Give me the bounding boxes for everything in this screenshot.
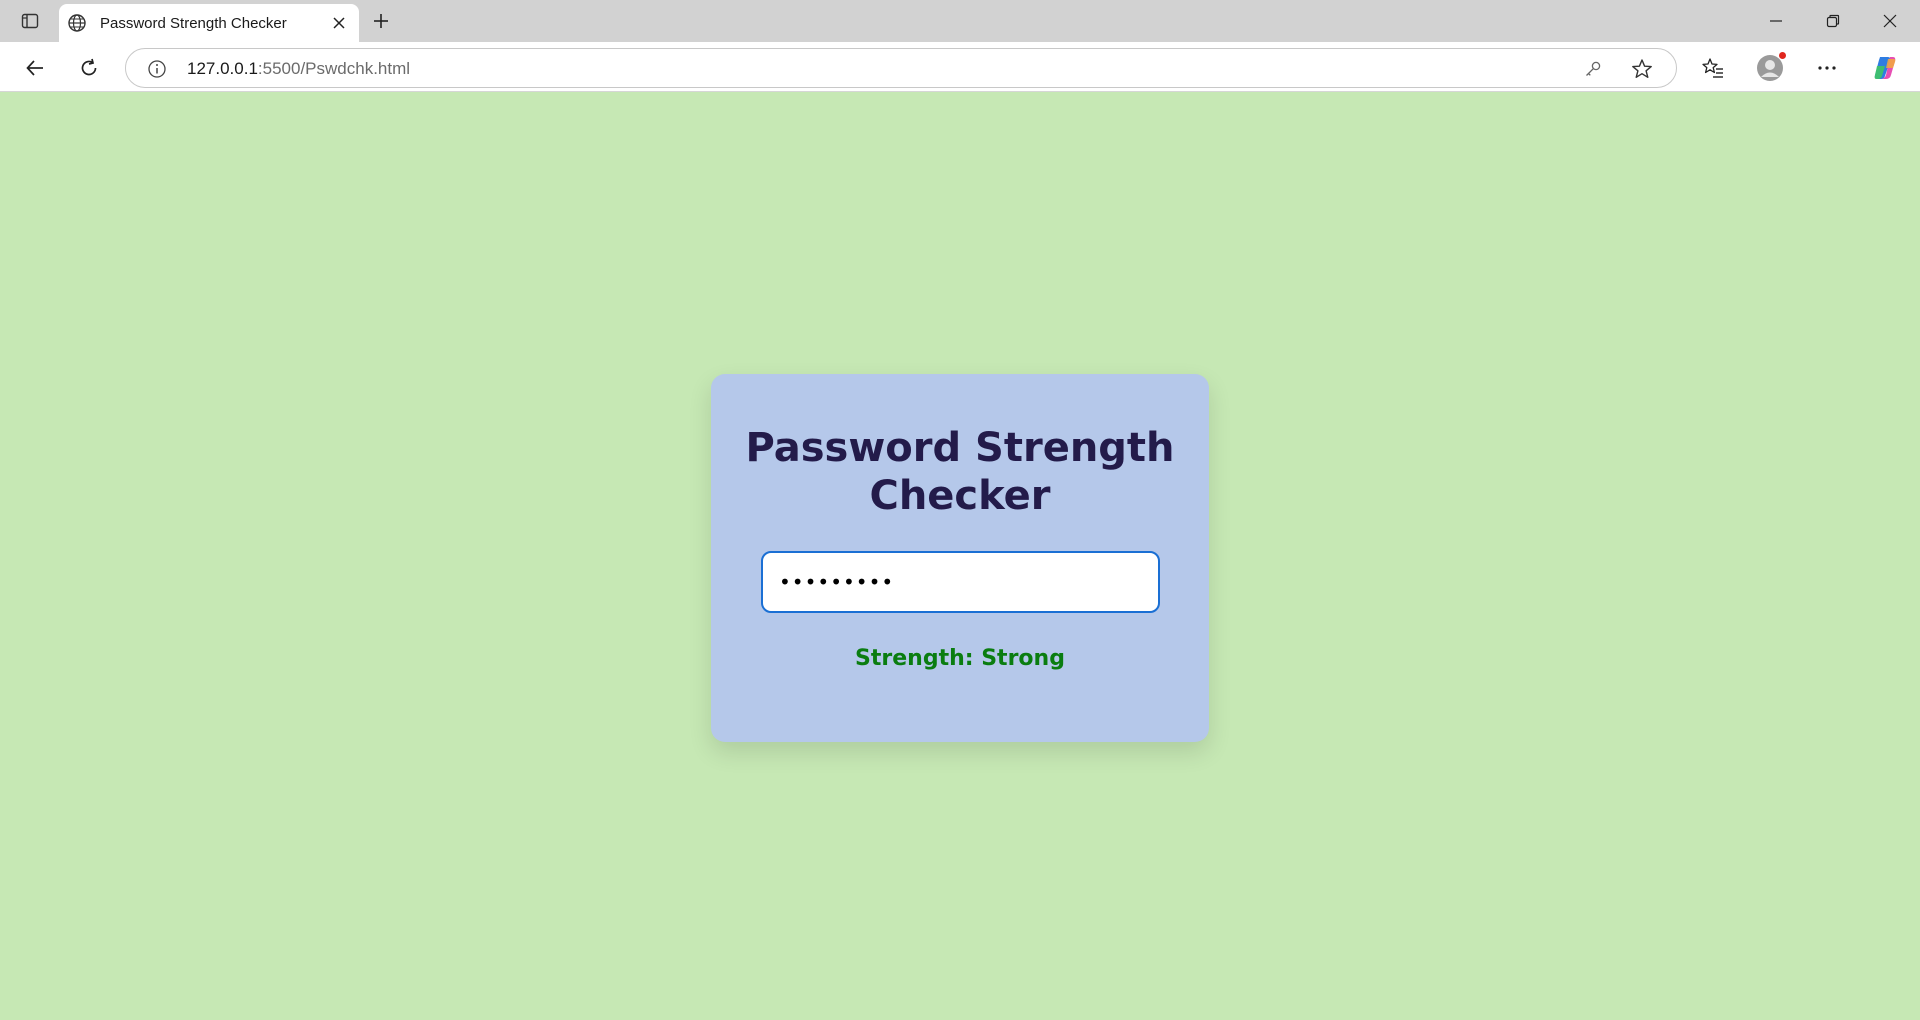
favorites-icon[interactable]	[1695, 50, 1731, 86]
url-text: 127.0.0.1:5500/Pswdchk.html	[187, 59, 410, 79]
close-window-icon[interactable]	[1862, 0, 1918, 42]
page-title: Password Strength Checker	[745, 425, 1175, 519]
tab-strip: Password Strength Checker	[0, 0, 1920, 42]
url-host: 127.0.0.1	[187, 59, 258, 78]
tab-actions-icon[interactable]	[14, 6, 46, 36]
restore-icon[interactable]	[1805, 0, 1861, 42]
key-icon[interactable]	[1582, 58, 1604, 80]
more-options-icon[interactable]	[1809, 50, 1845, 86]
browser-toolbar: 127.0.0.1:5500/Pswdchk.html	[0, 42, 1920, 92]
notification-dot	[1779, 52, 1786, 59]
page-viewport: Password Strength Checker Strength: Stro…	[0, 93, 1920, 1020]
back-icon[interactable]	[17, 50, 53, 86]
copilot-icon[interactable]	[1867, 50, 1903, 86]
password-input[interactable]	[761, 551, 1160, 613]
reload-icon[interactable]	[71, 50, 107, 86]
strength-indicator: Strength: Strong	[855, 646, 1065, 671]
active-tab[interactable]: Password Strength Checker	[59, 4, 359, 42]
checker-card: Password Strength Checker Strength: Stro…	[711, 374, 1209, 742]
new-tab-icon[interactable]	[366, 6, 396, 36]
tab-title: Password Strength Checker	[100, 15, 287, 32]
site-info-icon[interactable]	[146, 58, 168, 80]
profile-avatar-icon[interactable]	[1752, 50, 1788, 86]
close-tab-icon[interactable]	[327, 11, 351, 35]
minimize-icon[interactable]	[1748, 0, 1804, 42]
favorite-star-icon[interactable]	[1630, 57, 1654, 81]
globe-icon	[67, 13, 87, 33]
address-bar[interactable]: 127.0.0.1:5500/Pswdchk.html	[125, 48, 1677, 88]
url-path: :5500/Pswdchk.html	[257, 59, 411, 78]
